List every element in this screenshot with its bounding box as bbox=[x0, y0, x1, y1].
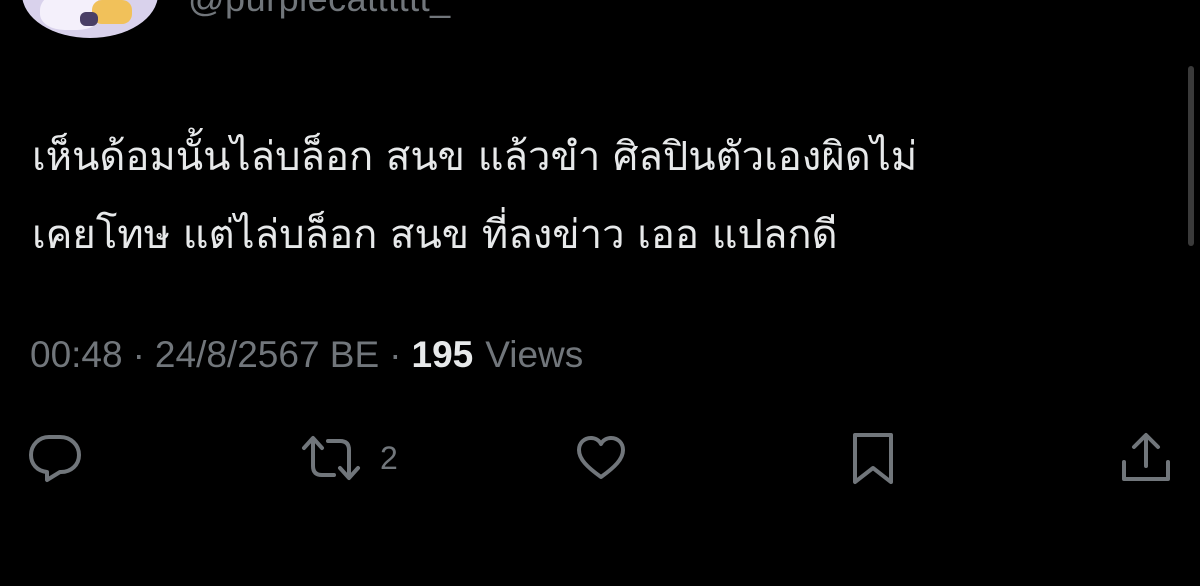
share-button[interactable] bbox=[1118, 428, 1174, 488]
retweet-icon bbox=[300, 432, 362, 484]
tweet-text-line-1: เห็นด้อมนั้นไล่บล็อก สนข แล้วขำ ศิลปินตั… bbox=[32, 134, 918, 180]
tweet-meta: 00:48 · 24/8/2567 BE · 195 Views bbox=[30, 334, 583, 376]
share-icon bbox=[1118, 430, 1174, 486]
views-label: Views bbox=[485, 334, 584, 375]
meta-separator: · bbox=[389, 334, 402, 375]
bookmark-icon bbox=[850, 430, 896, 486]
cat-detail-art bbox=[80, 12, 98, 26]
meta-separator: · bbox=[132, 334, 145, 375]
cat-paw-art bbox=[92, 0, 132, 24]
action-bar: 2 bbox=[0, 428, 1200, 488]
scrollbar[interactable] bbox=[1188, 66, 1194, 246]
retweet-button[interactable]: 2 bbox=[300, 428, 398, 488]
like-icon bbox=[574, 433, 628, 483]
tweet-time[interactable]: 00:48 bbox=[30, 334, 123, 376]
author-handle[interactable]: @purplecatttttt_ bbox=[188, 0, 451, 20]
views-count: 195 bbox=[411, 334, 474, 375]
like-button[interactable] bbox=[574, 428, 646, 488]
tweet-text-line-2: เคยโทษ แต่ไล่บล็อก สนข ที่ลงข่าว เออ แปล… bbox=[32, 212, 838, 258]
avatar[interactable] bbox=[22, 0, 158, 38]
tweet-date[interactable]: 24/8/2567 BE bbox=[155, 334, 379, 376]
reply-button[interactable] bbox=[27, 428, 101, 488]
bookmark-button[interactable] bbox=[850, 428, 896, 488]
tweet-text: เห็นด้อมนั้นไล่บล็อก สนข แล้วขำ ศิลปินตั… bbox=[32, 118, 1142, 274]
reply-icon bbox=[27, 432, 83, 484]
retweet-count: 2 bbox=[380, 439, 398, 476]
